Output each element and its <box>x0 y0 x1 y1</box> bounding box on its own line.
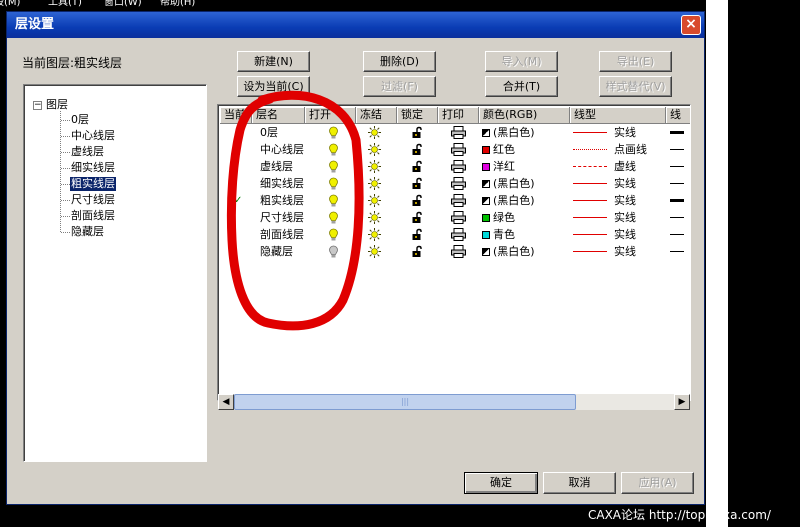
watermark: CAXA论坛 http://top.caxa.com/ <box>588 508 771 522</box>
red-annotation-circle <box>226 90 364 331</box>
